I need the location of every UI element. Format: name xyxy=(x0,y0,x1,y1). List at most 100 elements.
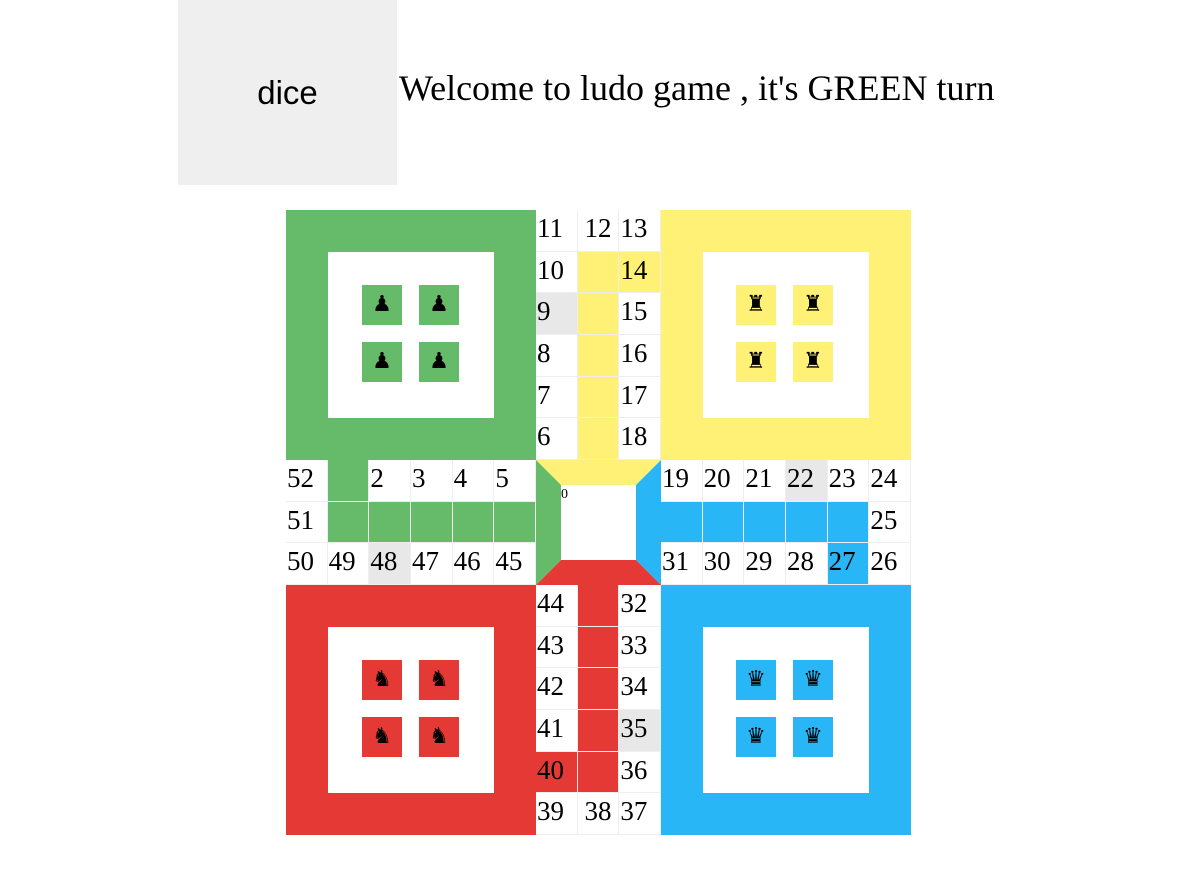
green-token-1[interactable]: ♟ xyxy=(362,285,402,325)
knight-icon: ♞ xyxy=(429,724,449,749)
track-cell: 47 xyxy=(411,543,453,585)
track-cell: 51 xyxy=(286,501,328,544)
queen-icon: ♛ xyxy=(803,667,823,692)
green-home-lane-cell xyxy=(369,501,411,544)
track-cell: 42 xyxy=(536,668,578,710)
track-cell: 5 xyxy=(494,460,536,502)
yellow-token-3[interactable]: ♜ xyxy=(736,342,776,382)
track-cell: 28 xyxy=(786,543,828,585)
pawn-icon: ♟ xyxy=(429,292,449,317)
track-cell: 38 xyxy=(577,793,620,835)
yellow-home: ♜ ♜ ♜ ♜ xyxy=(661,210,911,460)
track-cell: 6 xyxy=(536,418,578,460)
track-cell: 34 xyxy=(619,668,661,710)
queen-icon: ♛ xyxy=(746,724,766,749)
red-home-lane-cell xyxy=(577,585,620,627)
blue-home-lane-cell xyxy=(661,501,703,544)
track-cell: 32 xyxy=(619,585,661,627)
red-token-1[interactable]: ♞ xyxy=(362,660,402,700)
red-token-3[interactable]: ♞ xyxy=(362,717,402,757)
track-cell: 46 xyxy=(452,543,495,585)
green-token-3[interactable]: ♟ xyxy=(362,342,402,382)
blue-home-yard: ♛ ♛ ♛ ♛ xyxy=(703,627,869,793)
dice-button[interactable]: dice xyxy=(178,0,397,185)
track-cell: 11 xyxy=(536,210,578,252)
track-cell: 8 xyxy=(536,335,578,377)
red-home-lane-cell xyxy=(577,710,620,752)
green-home-lane-cell xyxy=(452,501,495,544)
track-cell: 52 xyxy=(286,460,328,502)
blue-token-2[interactable]: ♛ xyxy=(793,660,833,700)
track-cell: 36 xyxy=(619,751,661,794)
yellow-home-lane-cell xyxy=(577,335,620,377)
track-cell: 17 xyxy=(619,376,661,419)
center-square xyxy=(561,485,636,560)
blue-token-4[interactable]: ♛ xyxy=(793,717,833,757)
green-home-lane-cell xyxy=(327,501,370,544)
rook-icon: ♜ xyxy=(803,292,823,317)
track-cell: 50 xyxy=(286,543,328,585)
blue-home-lane-cell xyxy=(744,501,786,544)
track-cell: 31 xyxy=(661,543,703,585)
track-cell: 37 xyxy=(619,793,661,835)
track-cell: 4 xyxy=(452,460,495,502)
center-counter: 0 xyxy=(561,487,568,502)
safe-track-cell: 22 xyxy=(786,460,828,502)
yellow-start-cell: 14 xyxy=(619,251,661,294)
green-token-4[interactable]: ♟ xyxy=(419,342,459,382)
queen-icon: ♛ xyxy=(746,667,766,692)
blue-home: ♛ ♛ ♛ ♛ xyxy=(661,585,911,835)
track-cell: 41 xyxy=(536,710,578,752)
green-token-2[interactable]: ♟ xyxy=(419,285,459,325)
yellow-token-2[interactable]: ♜ xyxy=(793,285,833,325)
track-cell: 26 xyxy=(869,543,911,585)
track-cell: 23 xyxy=(827,460,870,502)
yellow-home-yard: ♜ ♜ ♜ ♜ xyxy=(703,252,869,418)
red-token-2[interactable]: ♞ xyxy=(419,660,459,700)
center-finish: 0 xyxy=(536,460,661,585)
blue-token-1[interactable]: ♛ xyxy=(736,660,776,700)
yellow-token-4[interactable]: ♜ xyxy=(793,342,833,382)
track-cell: 44 xyxy=(536,585,578,627)
track-cell: 49 xyxy=(327,543,370,585)
track-cell: 12 xyxy=(577,210,620,252)
center-triangles xyxy=(536,460,661,585)
red-home-lane-cell xyxy=(577,626,620,669)
yellow-token-1[interactable]: ♜ xyxy=(736,285,776,325)
green-home-lane-cell xyxy=(494,501,536,544)
track-cell: 45 xyxy=(494,543,536,585)
blue-home-lane-cell xyxy=(827,501,870,544)
pawn-icon: ♟ xyxy=(429,349,449,374)
rook-icon: ♜ xyxy=(803,349,823,374)
green-home-yard: ♟ ♟ ♟ ♟ xyxy=(328,252,494,418)
pawn-icon: ♟ xyxy=(372,349,392,374)
track-cell: 3 xyxy=(411,460,453,502)
track-cell: 39 xyxy=(536,793,578,835)
track-cell: 18 xyxy=(619,418,661,460)
rook-icon: ♜ xyxy=(746,349,766,374)
yellow-home-lane-cell xyxy=(577,418,620,460)
track-cell: 2 xyxy=(369,460,411,502)
green-home: ♟ ♟ ♟ ♟ xyxy=(286,210,536,460)
safe-track-cell: 48 xyxy=(369,543,411,585)
track-cell: 25 xyxy=(869,501,911,544)
track-cell: 19 xyxy=(661,460,703,502)
red-token-4[interactable]: ♞ xyxy=(419,717,459,757)
track-cell: 20 xyxy=(702,460,745,502)
red-home-yard: ♞ ♞ ♞ ♞ xyxy=(328,627,494,793)
track-cell: 7 xyxy=(536,376,578,419)
yellow-home-lane-cell xyxy=(577,376,620,419)
blue-home-lane-cell xyxy=(786,501,828,544)
knight-icon: ♞ xyxy=(372,667,392,692)
knight-icon: ♞ xyxy=(372,724,392,749)
track-cell: 30 xyxy=(702,543,745,585)
red-home-lane-cell xyxy=(577,751,620,794)
track-cell: 24 xyxy=(869,460,911,502)
track-cell: 16 xyxy=(619,335,661,377)
safe-track-cell: 35 xyxy=(619,710,661,752)
track-cell: 15 xyxy=(619,293,661,335)
yellow-home-lane-cell xyxy=(577,293,620,335)
green-home-lane-cell xyxy=(411,501,453,544)
rook-icon: ♜ xyxy=(746,292,766,317)
blue-token-3[interactable]: ♛ xyxy=(736,717,776,757)
